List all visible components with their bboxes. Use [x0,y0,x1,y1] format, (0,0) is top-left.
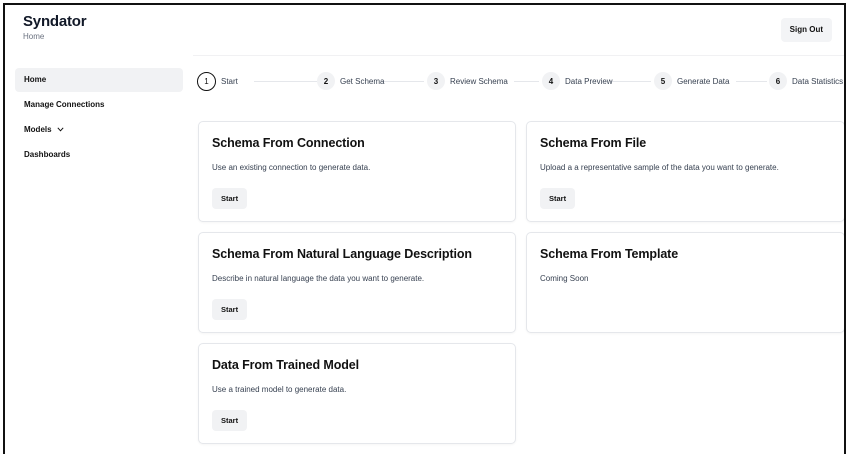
card-description: Upload a a representative sample of the … [540,163,779,172]
card-schema-from-template: Schema From Template Coming Soon [526,232,844,333]
sidebar-item-home[interactable]: Home [15,68,183,92]
app-name: Syndator [23,13,87,30]
sidebar-item-models[interactable]: Models [15,118,183,142]
card-title: Data From Trained Model [212,358,360,372]
sidebar-item-label: Models [24,125,52,134]
breadcrumb[interactable]: Home [23,32,44,41]
header: Syndator Home Sign Out [5,5,844,53]
step-number: 5 [654,72,672,90]
card-title: Schema From Connection [212,136,365,150]
card-schema-from-natural-language: Schema From Natural Language Description… [198,232,516,333]
card-schema-from-connection: Schema From Connection Use an existing c… [198,121,516,222]
sidebar: Home Manage Connections Models Dashboard… [15,68,183,168]
app-window: Syndator Home Sign Out Home Manage Conne… [3,3,846,454]
chevron-down-icon [57,118,64,142]
step-number: 1 [197,71,216,91]
step-number: 4 [542,72,560,90]
step-label: Start [221,76,238,86]
start-button[interactable]: Start [212,410,248,431]
start-button[interactable]: Start [212,299,248,320]
step-review-schema[interactable]: 3 Review Schema [427,71,508,91]
sidebar-item-label: Dashboards [24,150,71,159]
step-data-preview[interactable]: 4 Data Preview [542,71,613,91]
step-connector [514,81,539,82]
sidebar-item-manage-connections[interactable]: Manage Connections [15,93,183,117]
stepper: 1 Start 2 Get Schema 3 Review Schema 4 D… [197,71,844,91]
step-number: 2 [317,72,335,90]
step-number: 3 [427,72,445,90]
step-connector [610,81,651,82]
step-connector [254,81,317,82]
card-description: Describe in natural language the data yo… [212,274,425,283]
sign-out-button[interactable]: Sign Out [780,18,832,42]
sidebar-item-dashboards[interactable]: Dashboards [15,143,183,167]
step-label: Review Schema [450,76,508,86]
step-connector [736,81,767,82]
start-button[interactable]: Start [212,188,248,209]
card-title: Schema From Natural Language Description [212,247,472,261]
card-description: Use a trained model to generate data. [212,385,347,394]
coming-soon-text: Coming Soon [540,274,589,283]
step-generate-data[interactable]: 5 Generate Data [654,71,729,91]
card-schema-from-file: Schema From File Upload a a representati… [526,121,844,222]
step-get-schema[interactable]: 2 Get Schema [317,71,384,91]
step-label: Get Schema [340,76,385,86]
step-label: Generate Data [677,76,730,86]
card-title: Schema From Template [540,247,679,261]
step-start[interactable]: 1 Start [197,71,238,91]
card-data-from-trained-model: Data From Trained Model Use a trained mo… [198,343,516,444]
start-button[interactable]: Start [540,188,576,209]
sidebar-item-label: Manage Connections [24,100,105,109]
step-number: 6 [769,72,787,90]
card-title: Schema From File [540,136,647,150]
card-description: Use an existing connection to generate d… [212,163,371,172]
sidebar-item-label: Home [24,75,47,84]
step-data-statistics[interactable]: 6 Data Statistics [769,71,843,91]
header-divider [193,55,844,56]
step-label: Data Preview [565,76,613,86]
step-connector [382,81,424,82]
step-label: Data Statistics [792,76,844,86]
